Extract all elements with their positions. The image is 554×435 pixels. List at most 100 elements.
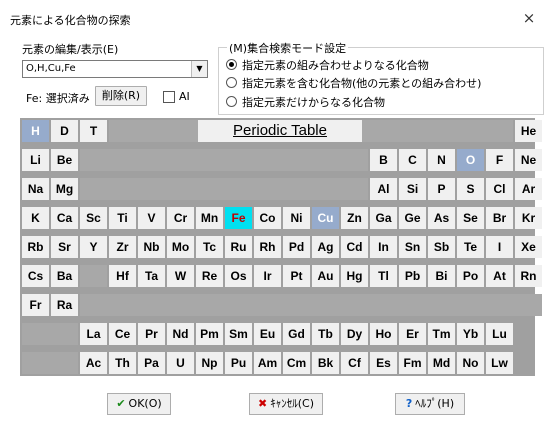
element-h[interactable]: H	[22, 120, 49, 142]
element-am[interactable]: Am	[254, 352, 281, 374]
element-fm[interactable]: Fm	[399, 352, 426, 374]
element-mn[interactable]: Mn	[196, 207, 223, 229]
element-ru[interactable]: Ru	[225, 236, 252, 258]
element-bk[interactable]: Bk	[312, 352, 339, 374]
cancel-button[interactable]: ✖ ｷｬﾝｾﾙ(C)	[249, 393, 323, 415]
element-co[interactable]: Co	[254, 207, 281, 229]
element-ti[interactable]: Ti	[109, 207, 136, 229]
element-in[interactable]: In	[370, 236, 397, 258]
element-nd[interactable]: Nd	[167, 323, 194, 345]
element-ga[interactable]: Ga	[370, 207, 397, 229]
element-dy[interactable]: Dy	[341, 323, 368, 345]
element-zn[interactable]: Zn	[341, 207, 368, 229]
element-po[interactable]: Po	[457, 265, 484, 287]
element-cs[interactable]: Cs	[22, 265, 49, 287]
element-ta[interactable]: Ta	[138, 265, 165, 287]
element-i[interactable]: I	[486, 236, 513, 258]
element-rh[interactable]: Rh	[254, 236, 281, 258]
element-b[interactable]: B	[370, 149, 397, 171]
radio-mode-combination[interactable]	[226, 59, 237, 70]
element-rn[interactable]: Rn	[515, 265, 542, 287]
element-cf[interactable]: Cf	[341, 352, 368, 374]
element-gd[interactable]: Gd	[283, 323, 310, 345]
element-os[interactable]: Os	[225, 265, 252, 287]
element-combo[interactable]: O,H,Cu,Fe ▼	[22, 60, 208, 78]
element-he[interactable]: He	[515, 120, 542, 142]
element-mo[interactable]: Mo	[167, 236, 194, 258]
element-th[interactable]: Th	[109, 352, 136, 374]
element-t[interactable]: T	[80, 120, 107, 142]
element-eu[interactable]: Eu	[254, 323, 281, 345]
element-np[interactable]: Np	[196, 352, 223, 374]
element-pm[interactable]: Pm	[196, 323, 223, 345]
element-au[interactable]: Au	[312, 265, 339, 287]
element-re[interactable]: Re	[196, 265, 223, 287]
element-yb[interactable]: Yb	[457, 323, 484, 345]
element-u[interactable]: U	[167, 352, 194, 374]
element-te[interactable]: Te	[457, 236, 484, 258]
chevron-down-icon[interactable]: ▼	[191, 61, 207, 77]
element-cd[interactable]: Cd	[341, 236, 368, 258]
element-at[interactable]: At	[486, 265, 513, 287]
element-f[interactable]: F	[486, 149, 513, 171]
element-ba[interactable]: Ba	[51, 265, 78, 287]
radio-mode-contains[interactable]	[226, 77, 237, 88]
element-no[interactable]: No	[457, 352, 484, 374]
element-sm[interactable]: Sm	[225, 323, 252, 345]
element-ce[interactable]: Ce	[109, 323, 136, 345]
element-se[interactable]: Se	[457, 207, 484, 229]
element-p[interactable]: P	[428, 178, 455, 200]
element-c[interactable]: C	[399, 149, 426, 171]
element-kr[interactable]: Kr	[515, 207, 542, 229]
element-s[interactable]: S	[457, 178, 484, 200]
element-hf[interactable]: Hf	[109, 265, 136, 287]
element-fr[interactable]: Fr	[22, 294, 49, 316]
element-ir[interactable]: Ir	[254, 265, 281, 287]
element-al[interactable]: Al	[370, 178, 397, 200]
element-ho[interactable]: Ho	[370, 323, 397, 345]
element-la[interactable]: La	[80, 323, 107, 345]
element-cu[interactable]: Cu	[312, 207, 339, 229]
element-y[interactable]: Y	[80, 236, 107, 258]
element-pr[interactable]: Pr	[138, 323, 165, 345]
element-li[interactable]: Li	[22, 149, 49, 171]
element-as[interactable]: As	[428, 207, 455, 229]
element-xe[interactable]: Xe	[515, 236, 542, 258]
help-button[interactable]: ? ﾍﾙﾌﾟ(H)	[395, 393, 465, 415]
element-pd[interactable]: Pd	[283, 236, 310, 258]
element-tm[interactable]: Tm	[428, 323, 455, 345]
element-ne[interactable]: Ne	[515, 149, 542, 171]
element-ge[interactable]: Ge	[399, 207, 426, 229]
element-w[interactable]: W	[167, 265, 194, 287]
element-bi[interactable]: Bi	[428, 265, 455, 287]
delete-button[interactable]: 削除(R)	[95, 86, 147, 106]
element-ra[interactable]: Ra	[51, 294, 78, 316]
radio-mode-only[interactable]	[226, 96, 237, 107]
element-tb[interactable]: Tb	[312, 323, 339, 345]
element-lu[interactable]: Lu	[486, 323, 513, 345]
element-cm[interactable]: Cm	[283, 352, 310, 374]
element-ag[interactable]: Ag	[312, 236, 339, 258]
element-tc[interactable]: Tc	[196, 236, 223, 258]
element-tl[interactable]: Tl	[370, 265, 397, 287]
element-er[interactable]: Er	[399, 323, 426, 345]
element-fe[interactable]: Fe	[225, 207, 252, 229]
ok-button[interactable]: ✔ OK(O)	[107, 393, 171, 415]
element-k[interactable]: K	[22, 207, 49, 229]
element-nb[interactable]: Nb	[138, 236, 165, 258]
element-cl[interactable]: Cl	[486, 178, 513, 200]
element-si[interactable]: Si	[399, 178, 426, 200]
element-ar[interactable]: Ar	[515, 178, 542, 200]
element-mg[interactable]: Mg	[51, 178, 78, 200]
element-pb[interactable]: Pb	[399, 265, 426, 287]
ai-checkbox[interactable]	[163, 91, 175, 103]
element-es[interactable]: Es	[370, 352, 397, 374]
element-na[interactable]: Na	[22, 178, 49, 200]
element-pu[interactable]: Pu	[225, 352, 252, 374]
element-sb[interactable]: Sb	[428, 236, 455, 258]
element-n[interactable]: N	[428, 149, 455, 171]
element-ac[interactable]: Ac	[80, 352, 107, 374]
element-sn[interactable]: Sn	[399, 236, 426, 258]
element-br[interactable]: Br	[486, 207, 513, 229]
element-be[interactable]: Be	[51, 149, 78, 171]
